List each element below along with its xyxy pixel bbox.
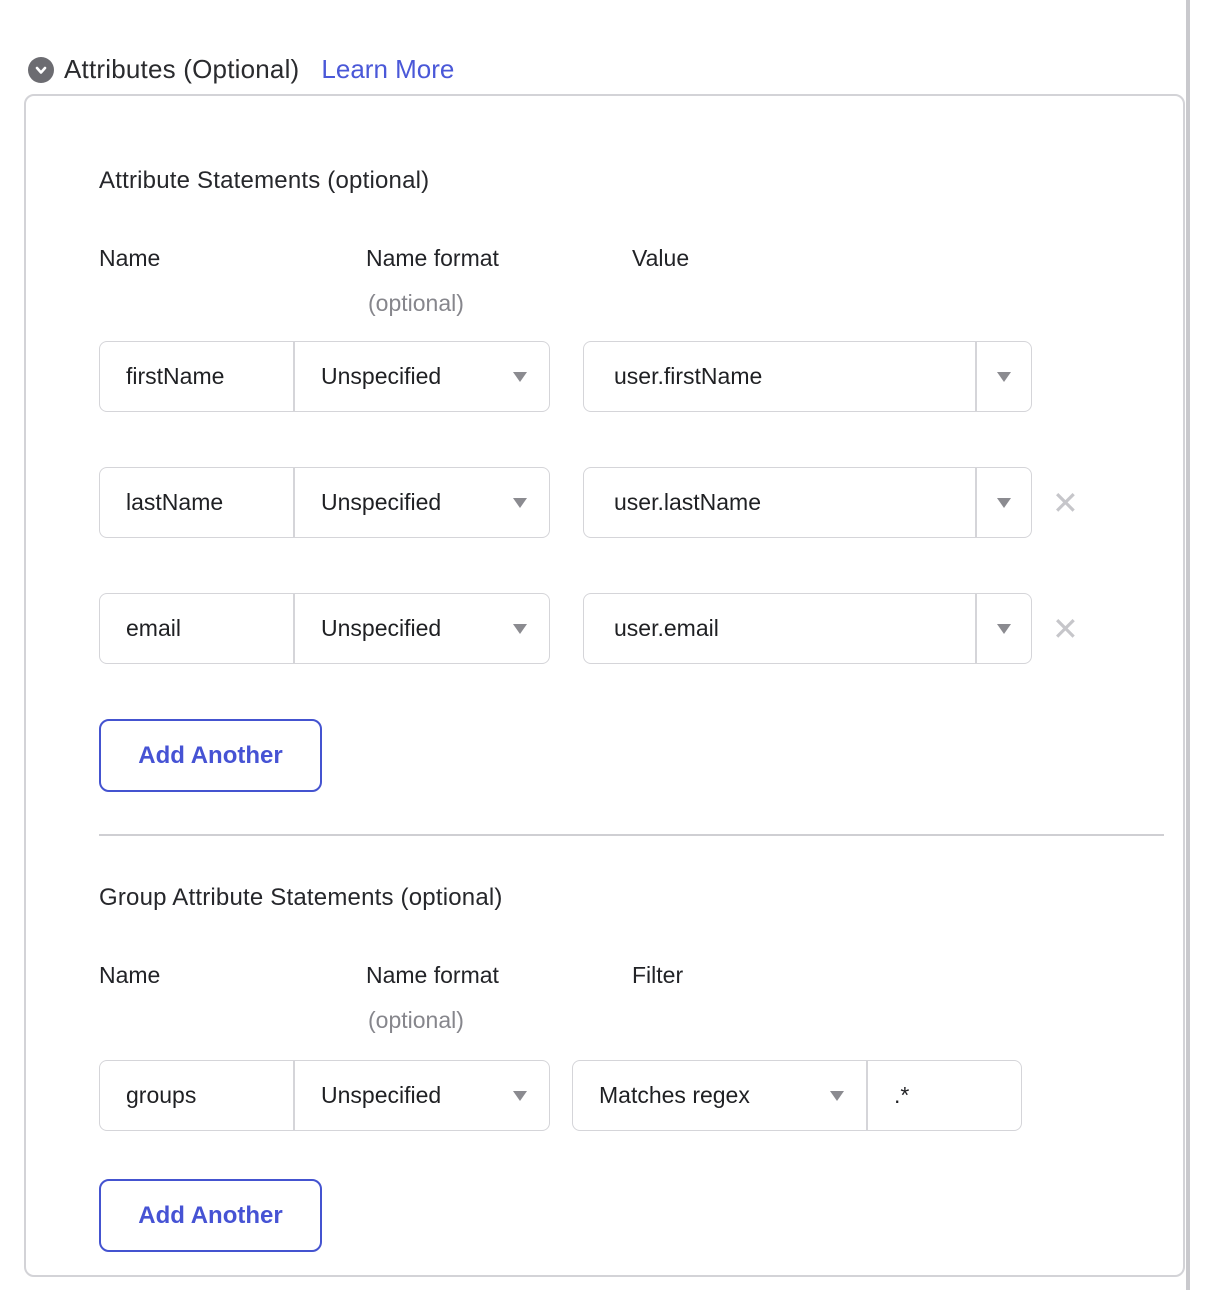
attribute-value-input[interactable]: user.firstName — [584, 342, 975, 411]
group-name-input[interactable]: groups — [100, 1061, 293, 1130]
chevron-down-icon — [997, 498, 1011, 508]
attribute-value-text: user.lastName — [614, 489, 761, 516]
value-group: user.email — [583, 593, 1032, 664]
attribute-name-value: lastName — [126, 489, 223, 516]
column-header-name-format: Name format — [366, 247, 632, 270]
filter-value-text: .* — [894, 1082, 909, 1109]
value-select-toggle[interactable] — [975, 468, 1031, 537]
page-right-border — [1186, 0, 1190, 1290]
learn-more-link[interactable]: Learn More — [321, 54, 454, 85]
attribute-name-input[interactable]: lastName — [100, 468, 293, 537]
attribute-name-value: firstName — [126, 363, 224, 390]
filter-group: Matches regex .* — [572, 1060, 1022, 1131]
name-and-format-group: groups Unspecified — [99, 1060, 550, 1131]
attributes-section-header: Attributes (Optional) Learn More — [28, 54, 454, 85]
attribute-row: firstName Unspecified user.firstName ✕ — [99, 341, 1160, 412]
chevron-down-icon — [830, 1091, 844, 1101]
name-and-format-group: email Unspecified — [99, 593, 550, 664]
chevron-down-icon — [997, 624, 1011, 634]
attribute-statements-column-headers: Name Name format Value (optional) — [99, 247, 1160, 315]
name-and-format-group: firstName Unspecified — [99, 341, 550, 412]
attribute-row: lastName Unspecified user.lastName ✕ — [99, 467, 1160, 538]
attribute-value-text: user.firstName — [614, 363, 762, 390]
chevron-down-icon — [513, 372, 527, 382]
column-header-name-format: Name format — [366, 964, 632, 987]
filter-type-value: Matches regex — [599, 1082, 750, 1109]
attribute-value-text: user.email — [614, 615, 719, 642]
value-group: user.lastName — [583, 467, 1032, 538]
group-attribute-row: groups Unspecified Matches regex .* — [99, 1060, 1160, 1131]
add-another-group-attribute-button[interactable]: Add Another — [99, 1179, 322, 1252]
column-header-name-format-note: (optional) — [368, 292, 632, 315]
column-header-filter: Filter — [632, 964, 1160, 987]
attribute-value-input[interactable]: user.email — [584, 594, 975, 663]
chevron-down-icon — [513, 1091, 527, 1101]
attributes-panel: Attribute Statements (optional) Name Nam… — [24, 94, 1185, 1277]
attribute-row: email Unspecified user.email ✕ — [99, 593, 1160, 664]
group-attribute-statements-heading: Group Attribute Statements (optional) — [99, 886, 1160, 910]
value-select-toggle[interactable] — [975, 594, 1031, 663]
name-format-select[interactable]: Unspecified — [293, 1061, 549, 1130]
remove-row-icon[interactable]: ✕ — [1052, 487, 1079, 519]
name-and-format-group: lastName Unspecified — [99, 467, 550, 538]
attribute-name-input[interactable]: email — [100, 594, 293, 663]
column-header-name: Name — [99, 247, 366, 270]
name-format-value: Unspecified — [321, 489, 441, 516]
group-attribute-rows: groups Unspecified Matches regex .* — [99, 1060, 1160, 1131]
section-title: Attributes (Optional) — [64, 54, 299, 85]
group-name-value: groups — [126, 1082, 196, 1109]
value-select-toggle[interactable] — [975, 342, 1031, 411]
remove-row-icon[interactable]: ✕ — [1052, 613, 1079, 645]
attribute-name-value: email — [126, 615, 181, 642]
filter-value-input[interactable]: .* — [866, 1061, 1021, 1130]
name-format-value: Unspecified — [321, 363, 441, 390]
attribute-value-input[interactable]: user.lastName — [584, 468, 975, 537]
filter-type-select[interactable]: Matches regex — [573, 1061, 866, 1130]
value-group: user.firstName — [583, 341, 1032, 412]
attribute-statements-rows: firstName Unspecified user.firstName ✕ — [99, 341, 1160, 664]
name-format-select[interactable]: Unspecified — [293, 342, 549, 411]
group-attribute-column-headers: Name Name format Filter (optional) — [99, 964, 1160, 1032]
section-divider — [99, 834, 1164, 836]
column-header-name-format-note: (optional) — [368, 1009, 632, 1032]
chevron-down-icon — [997, 372, 1011, 382]
attribute-statements-heading: Attribute Statements (optional) — [99, 169, 1160, 193]
column-header-value: Value — [632, 247, 1160, 270]
chevron-down-icon — [513, 624, 527, 634]
name-format-select[interactable]: Unspecified — [293, 594, 549, 663]
name-format-select[interactable]: Unspecified — [293, 468, 549, 537]
column-header-name: Name — [99, 964, 366, 987]
chevron-down-circle-icon[interactable] — [28, 57, 54, 83]
attribute-name-input[interactable]: firstName — [100, 342, 293, 411]
name-format-value: Unspecified — [321, 615, 441, 642]
add-another-attribute-button[interactable]: Add Another — [99, 719, 322, 792]
chevron-down-icon — [513, 498, 527, 508]
name-format-value: Unspecified — [321, 1082, 441, 1109]
